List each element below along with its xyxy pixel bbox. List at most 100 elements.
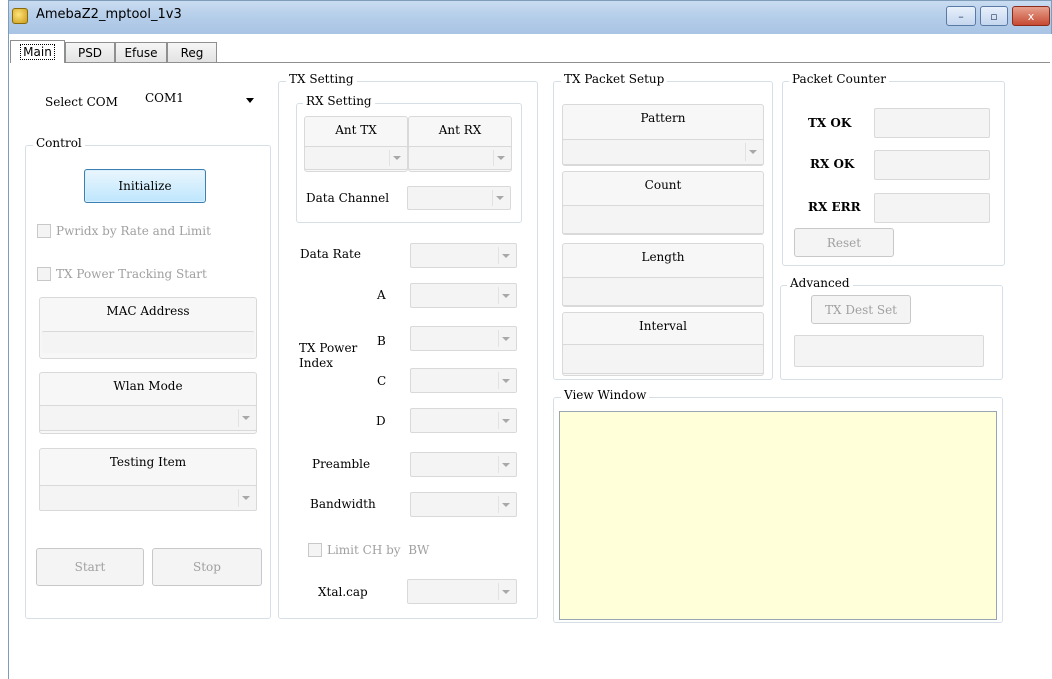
testing-item-select[interactable] bbox=[39, 485, 257, 511]
window-title: AmebaZ2_mptool_1v3 bbox=[36, 7, 182, 22]
count-field[interactable] bbox=[562, 205, 764, 234]
view-window-textarea[interactable] bbox=[559, 411, 997, 620]
length-label: Length bbox=[641, 250, 685, 264]
tx-power-index-label: TX Power Index bbox=[299, 341, 358, 370]
tx-ok-field[interactable] bbox=[874, 108, 990, 138]
chevron-down-icon bbox=[502, 589, 510, 594]
control-group-title: Control bbox=[33, 136, 85, 150]
interval-field[interactable] bbox=[562, 344, 764, 374]
maximize-button[interactable]: ▫ bbox=[980, 6, 1008, 26]
checkbox-box bbox=[37, 224, 51, 238]
combo-separator bbox=[745, 143, 746, 161]
initialize-button[interactable]: Initialize bbox=[84, 169, 206, 203]
data-channel-select[interactable] bbox=[407, 186, 511, 210]
rx-ok-field[interactable] bbox=[874, 150, 990, 180]
power-c-label: C bbox=[377, 374, 387, 388]
tx-packet-setup-title: TX Packet Setup bbox=[561, 72, 668, 86]
limit-ch-checkbox[interactable]: Limit CH by BW bbox=[308, 543, 429, 557]
data-rate-select[interactable] bbox=[410, 243, 517, 268]
tab-psd[interactable]: PSD bbox=[65, 42, 115, 62]
chevron-down-icon bbox=[502, 418, 510, 423]
chevron-down-icon bbox=[496, 196, 504, 200]
power-c-select[interactable] bbox=[410, 368, 517, 393]
select-com-label: Select COM bbox=[45, 95, 118, 109]
power-d-select[interactable] bbox=[410, 408, 517, 433]
combo-separator bbox=[498, 412, 499, 429]
bandwidth-select[interactable] bbox=[410, 492, 517, 517]
data-channel-label: Data Channel bbox=[306, 191, 390, 205]
ant-tx-select[interactable] bbox=[304, 146, 408, 170]
power-b-label: B bbox=[377, 334, 386, 348]
rx-setting-title: RX Setting bbox=[303, 94, 375, 108]
limit-ch-label: Limit CH by BW bbox=[327, 543, 430, 557]
power-b-select[interactable] bbox=[410, 326, 517, 351]
close-button[interactable]: x bbox=[1012, 6, 1050, 26]
rx-ok-label: RX OK bbox=[810, 157, 855, 171]
combo-separator bbox=[498, 247, 499, 264]
chevron-down-icon bbox=[502, 462, 510, 467]
start-button[interactable]: Start bbox=[36, 548, 144, 586]
wlan-mode-select[interactable] bbox=[39, 405, 257, 431]
combo-separator bbox=[238, 409, 239, 427]
stop-button[interactable]: Stop bbox=[152, 548, 262, 586]
packet-counter-title: Packet Counter bbox=[789, 72, 889, 86]
xtal-cap-select[interactable] bbox=[407, 579, 517, 604]
wlan-mode-label: Wlan Mode bbox=[113, 379, 183, 393]
view-window-title: View Window bbox=[561, 388, 650, 402]
combo-separator bbox=[498, 496, 499, 513]
combo-separator bbox=[492, 190, 493, 206]
power-d-label: D bbox=[376, 414, 386, 428]
chevron-down-icon bbox=[246, 98, 254, 103]
tab-divider bbox=[10, 62, 1050, 63]
chevron-down-icon bbox=[497, 156, 505, 160]
tab-efuse[interactable]: Efuse bbox=[115, 42, 167, 62]
ant-tx-label: Ant TX bbox=[335, 123, 377, 137]
minimize-button[interactable]: – bbox=[946, 6, 976, 26]
pwridx-checkbox[interactable]: Pwridx by Rate and Limit bbox=[37, 224, 211, 238]
combo-separator bbox=[389, 150, 390, 166]
mac-address-label: MAC Address bbox=[106, 304, 190, 318]
bandwidth-label: Bandwidth bbox=[310, 497, 376, 511]
tx-power-tracking-label: TX Power Tracking Start bbox=[56, 267, 207, 281]
combo-separator bbox=[498, 456, 499, 473]
ant-rx-label: Ant RX bbox=[438, 123, 482, 137]
combo-separator bbox=[498, 372, 499, 389]
power-a-select[interactable] bbox=[410, 283, 517, 308]
mac-address-field[interactable] bbox=[42, 331, 254, 353]
tx-setting-title: TX Setting bbox=[286, 72, 357, 86]
length-field[interactable] bbox=[562, 277, 764, 306]
data-rate-label: Data Rate bbox=[300, 247, 361, 261]
chevron-down-icon bbox=[393, 156, 401, 160]
tab-main-label: Main bbox=[20, 44, 55, 60]
pattern-label: Pattern bbox=[640, 111, 686, 125]
ant-rx-select[interactable] bbox=[408, 146, 512, 170]
com-select-value: COM1 bbox=[145, 91, 184, 105]
xtal-cap-label: Xtal.cap bbox=[318, 585, 368, 599]
com-select[interactable]: COM1 bbox=[140, 89, 260, 111]
preamble-select[interactable] bbox=[410, 452, 517, 477]
testing-item-label: Testing Item bbox=[109, 455, 187, 469]
tx-ok-label: TX OK bbox=[808, 116, 852, 130]
count-label: Count bbox=[644, 178, 682, 192]
power-a-label: A bbox=[377, 288, 386, 302]
tx-dest-field[interactable] bbox=[794, 335, 984, 367]
chevron-down-icon bbox=[502, 378, 510, 383]
app-icon bbox=[12, 8, 28, 24]
combo-separator bbox=[238, 489, 239, 507]
combo-separator bbox=[493, 150, 494, 166]
tab-reg[interactable]: Reg bbox=[167, 42, 217, 62]
tx-dest-set-button[interactable]: TX Dest Set bbox=[811, 295, 911, 324]
tab-main[interactable]: Main bbox=[10, 40, 65, 63]
advanced-title: Advanced bbox=[787, 276, 853, 290]
chevron-down-icon bbox=[749, 150, 757, 154]
checkbox-box bbox=[37, 267, 51, 281]
pattern-select[interactable] bbox=[562, 139, 764, 165]
chevron-down-icon bbox=[502, 253, 510, 258]
chevron-down-icon bbox=[502, 502, 510, 507]
preamble-label: Preamble bbox=[312, 457, 371, 471]
reset-button[interactable]: Reset bbox=[794, 228, 894, 257]
rx-err-label: RX ERR bbox=[808, 200, 861, 214]
tx-power-tracking-checkbox[interactable]: TX Power Tracking Start bbox=[37, 267, 207, 281]
interval-label: Interval bbox=[639, 319, 687, 333]
rx-err-field[interactable] bbox=[874, 193, 990, 223]
